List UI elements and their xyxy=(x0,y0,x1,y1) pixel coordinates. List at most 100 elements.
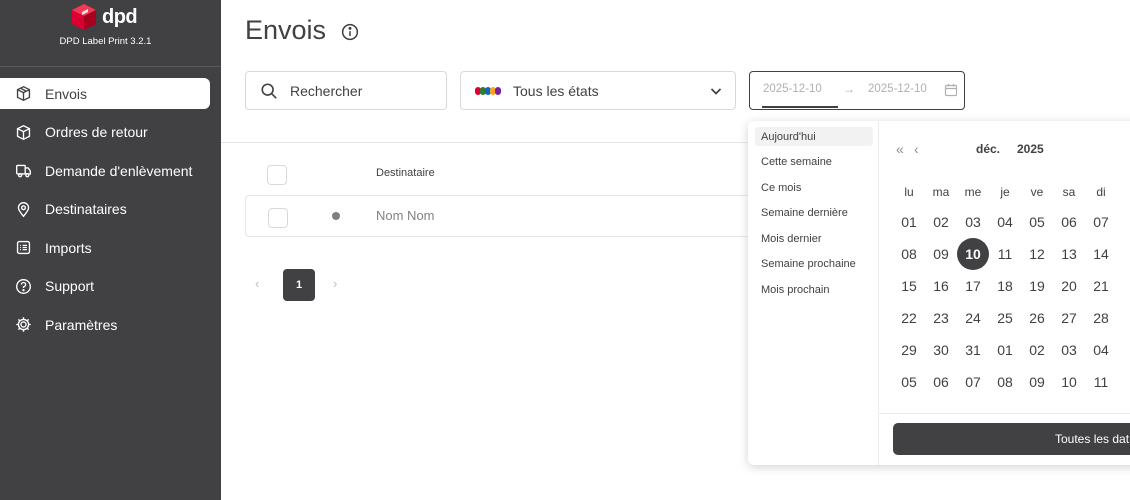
gear-icon xyxy=(14,316,32,334)
calendar-day[interactable]: 17 xyxy=(957,270,989,302)
sidebar-item-label: Ordres de retour xyxy=(45,124,148,140)
weekday-header: je xyxy=(1000,185,1010,199)
calendar-day[interactable]: 31 xyxy=(957,334,989,366)
dpd-logo[interactable]: dpd xyxy=(70,2,138,32)
calendar-day[interactable]: 11 xyxy=(1085,366,1117,398)
status-colors-icon xyxy=(475,86,501,95)
list-icon xyxy=(14,239,32,257)
calendar-day[interactable]: 03 xyxy=(957,206,989,238)
sidebar-item-support[interactable]: Support xyxy=(0,271,221,302)
calendar-day[interactable]: 01 xyxy=(893,206,925,238)
all-dates-button[interactable]: Toutes les dat xyxy=(893,423,1130,455)
preset-mois-dernier[interactable]: Mois dernier xyxy=(755,229,873,248)
preset-semaine-prochaine[interactable]: Semaine prochaine xyxy=(755,254,873,273)
calendar-day[interactable]: 05 xyxy=(893,366,925,398)
sidebar-item-destinataires[interactable]: Destinataires xyxy=(0,194,221,225)
chevron-down-icon xyxy=(710,88,722,95)
calendar-day[interactable]: 18 xyxy=(989,270,1021,302)
search-input[interactable]: Rechercher xyxy=(245,71,447,110)
calendar-month[interactable]: déc. xyxy=(976,142,1000,156)
dpd-cube-icon xyxy=(72,4,96,30)
weekday-header: sa xyxy=(1062,185,1076,199)
logo-text: dpd xyxy=(102,5,138,28)
calendar-day[interactable]: 02 xyxy=(1021,334,1053,366)
row-checkbox[interactable] xyxy=(268,208,288,228)
calendar-day[interactable]: 11 xyxy=(989,238,1021,270)
sidebar-item-label: Imports xyxy=(45,239,92,256)
sidebar-item-label: Paramètres xyxy=(45,316,118,333)
select-all-checkbox[interactable] xyxy=(267,165,287,185)
preset-ce-mois[interactable]: Ce mois xyxy=(755,178,873,197)
calendar-day[interactable]: 13 xyxy=(1053,238,1085,270)
calendar-day[interactable]: 20 xyxy=(1053,270,1085,302)
truck-icon xyxy=(14,162,32,180)
calendar-day[interactable]: 08 xyxy=(989,366,1021,398)
calendar-day[interactable]: 10 xyxy=(1053,366,1085,398)
calendar-year[interactable]: 2025 xyxy=(1017,142,1044,156)
sidebar-item-imports[interactable]: Imports xyxy=(0,232,221,263)
preset-aujourdhui[interactable]: Aujourd'hui xyxy=(755,127,873,146)
date-picker-popup: Aujourd'hui Cette semaine Ce mois Semain… xyxy=(748,121,1130,465)
sidebar-item-parametres[interactable]: Paramètres xyxy=(0,309,221,340)
sidebar-item-ordres-de-retour[interactable]: Ordres de retour xyxy=(0,117,221,148)
calendar-day[interactable]: 24 xyxy=(957,302,989,334)
calendar-day[interactable]: 28 xyxy=(1085,302,1117,334)
info-icon[interactable] xyxy=(341,23,359,41)
preset-cette-semaine[interactable]: Cette semaine xyxy=(755,152,873,171)
page-title: Envois xyxy=(245,15,327,45)
calendar-day[interactable]: 06 xyxy=(925,366,957,398)
calendar-day[interactable]: 14 xyxy=(1085,238,1117,270)
prev-month-button[interactable]: ‹ xyxy=(914,141,919,157)
calendar-day[interactable]: 30 xyxy=(925,334,957,366)
calendar-day[interactable]: 12 xyxy=(1021,238,1053,270)
calendar-day[interactable]: 15 xyxy=(893,270,925,302)
preset-mois-prochain[interactable]: Mois prochain xyxy=(755,280,873,299)
package-icon xyxy=(14,85,32,103)
table-row[interactable]: Nom Nom xyxy=(245,195,805,237)
calendar-day[interactable]: 23 xyxy=(925,302,957,334)
pagination-prev-button[interactable]: ‹ xyxy=(255,276,259,291)
status-filter-value: Tous les états xyxy=(513,82,599,99)
date-presets: Aujourd'hui Cette semaine Ce mois Semain… xyxy=(748,121,879,465)
sidebar-item-envois[interactable]: Envois xyxy=(0,78,210,109)
help-circle-icon xyxy=(14,277,32,295)
date-range-end[interactable]: 2025-12-10 xyxy=(868,83,927,95)
calendar-day[interactable]: 04 xyxy=(1085,334,1117,366)
calendar-day-selected[interactable]: 10 xyxy=(957,238,989,270)
calendar-day[interactable]: 03 xyxy=(1053,334,1085,366)
sidebar-item-label: Demande d'enlèvement xyxy=(45,162,193,179)
calendar-day[interactable]: 19 xyxy=(1021,270,1053,302)
date-range-picker[interactable]: 2025-12-10 → 2025-12-10 xyxy=(749,71,965,110)
prev-year-button[interactable]: « xyxy=(896,141,904,157)
preset-semaine-derniere[interactable]: Semaine dernière xyxy=(755,203,873,222)
calendar-day[interactable]: 07 xyxy=(957,366,989,398)
date-range-arrow: → xyxy=(843,82,855,96)
calendar-day[interactable]: 09 xyxy=(925,238,957,270)
calendar-day[interactable]: 09 xyxy=(1021,366,1053,398)
sidebar-item-label: Envois xyxy=(45,85,88,102)
column-header-destinataire[interactable]: Destinataire xyxy=(376,167,435,179)
calendar-day[interactable]: 27 xyxy=(1053,302,1085,334)
calendar-day[interactable]: 08 xyxy=(893,238,925,270)
calendar-day[interactable]: 07 xyxy=(1085,206,1117,238)
pagination-page-1[interactable]: 1 xyxy=(283,269,315,301)
calendar-day[interactable]: 22 xyxy=(893,302,925,334)
calendar-day[interactable]: 29 xyxy=(893,334,925,366)
recipient-name: Nom Nom xyxy=(376,208,435,223)
calendar-day[interactable]: 06 xyxy=(1053,206,1085,238)
calendar-day[interactable]: 21 xyxy=(1085,270,1117,302)
calendar-day[interactable]: 26 xyxy=(1021,302,1053,334)
pagination-next-button[interactable]: › xyxy=(333,276,337,291)
calendar-day[interactable]: 04 xyxy=(989,206,1021,238)
sidebar-nav: Envois Ordres de retour Demande d'enlève… xyxy=(0,78,221,348)
calendar-day[interactable]: 02 xyxy=(925,206,957,238)
calendar-day[interactable]: 25 xyxy=(989,302,1021,334)
sidebar-item-demande-enlevement[interactable]: Demande d'enlèvement xyxy=(0,155,221,186)
calendar-day[interactable]: 01 xyxy=(989,334,1021,366)
weekday-header: me xyxy=(964,185,982,199)
date-range-start[interactable]: 2025-12-10 xyxy=(763,83,822,95)
calendar-footer-divider xyxy=(879,413,1130,414)
calendar-day[interactable]: 16 xyxy=(925,270,957,302)
status-filter-select[interactable]: Tous les états xyxy=(460,71,736,110)
calendar-day[interactable]: 05 xyxy=(1021,206,1053,238)
